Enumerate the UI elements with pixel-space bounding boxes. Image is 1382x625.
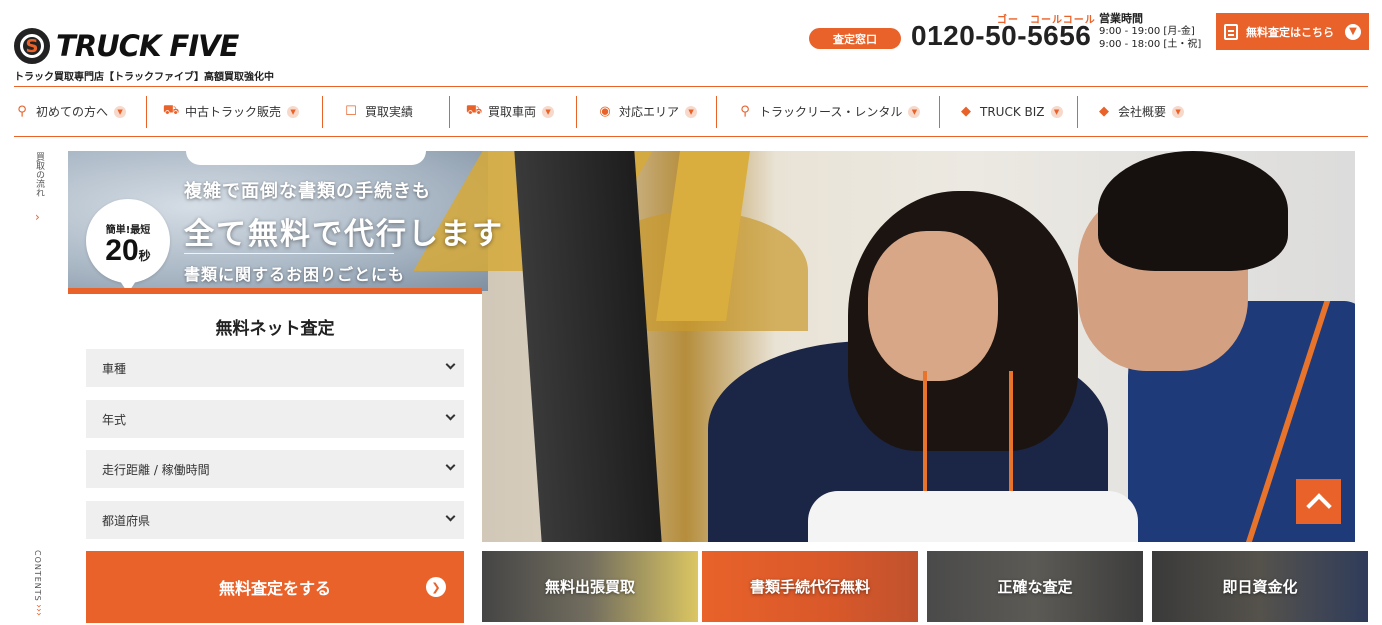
quote-form: 無料ネット査定 車種 年式 走行距離 / 稼働時間 都道府県 無料査定をする ❯ bbox=[68, 288, 482, 625]
chevron-right-icon: › bbox=[35, 210, 40, 224]
nav-item-truck-biz[interactable]: ◆ TRUCK BIZ ▼ bbox=[940, 95, 1078, 128]
logo-mark-letter: S bbox=[25, 35, 39, 57]
hero-divider bbox=[184, 253, 394, 254]
nav-item-lease-rental[interactable]: ⚲ トラックリース・レンタル ▼ bbox=[717, 95, 940, 128]
speed-badge: 簡単!最短 20秒 bbox=[86, 199, 170, 293]
tile-label: 正確な査定 bbox=[997, 578, 1073, 596]
site-header: S TRUCK FIVE トラック買取専門店【トラックファイブ】高額買取強化中 … bbox=[0, 0, 1382, 86]
select-value: 車種 bbox=[102, 361, 127, 376]
tagline: トラック買取専門店【トラックファイブ】高額買取強化中 bbox=[14, 72, 274, 83]
select-value: 年式 bbox=[102, 412, 127, 427]
hours-weekend: 9:00 - 18:00 [土・祝] bbox=[1099, 39, 1202, 50]
nav-item-purchase-results[interactable]: ☐ 買取実績 bbox=[323, 95, 450, 128]
nav-item-label: 買取実績 bbox=[365, 105, 414, 119]
tile-label: 書類手続代行無料 bbox=[749, 578, 870, 596]
main-nav: ⚲ 初めての方へ ▼ ⛟ 中古トラック販売 ▼ ☐ 買取実績 ⛟ 買取車両 ▼ … bbox=[14, 86, 1368, 137]
hero-foreground-object bbox=[808, 491, 1138, 542]
mileage-select[interactable]: 走行距離 / 稼働時間 bbox=[86, 450, 464, 488]
chevron-down-icon: ▼ bbox=[685, 105, 698, 118]
submit-quote-label: 無料査定をする bbox=[218, 579, 331, 598]
chevron-down-icon bbox=[445, 460, 456, 471]
hero-copy-line1: 複雑で面倒な書類の手続きも bbox=[184, 181, 431, 202]
chevron-down-icon: ▼ bbox=[114, 105, 127, 118]
chevron-down-icon bbox=[445, 511, 456, 522]
logo[interactable]: S TRUCK FIVE bbox=[14, 28, 239, 64]
tile-same-day-cash[interactable]: 即日資金化 bbox=[1152, 551, 1368, 622]
nav-item-label: TRUCK BIZ bbox=[980, 104, 1045, 119]
inquiry-badge: 査定窓口 bbox=[809, 28, 901, 49]
speed-badge-number: 20 bbox=[105, 233, 139, 267]
logo-text: TRUCK FIVE bbox=[56, 29, 239, 63]
hero-copy-line3: 書類に関するお困りごとにも bbox=[184, 265, 406, 284]
nav-item-first-time[interactable]: ⚲ 初めての方へ ▼ bbox=[14, 95, 147, 128]
submit-quote-button[interactable]: 無料査定をする ❯ bbox=[86, 551, 464, 623]
nav-item-label: 会社概要 bbox=[1118, 105, 1167, 119]
chevron-down-icon bbox=[445, 359, 456, 370]
nav-item-label: トラックリース・レンタル bbox=[759, 105, 903, 119]
map-pin-icon: ◉ bbox=[599, 104, 611, 119]
tile-free-paperwork[interactable]: 書類手続代行無料 bbox=[702, 551, 918, 622]
document-icon bbox=[1224, 23, 1238, 40]
nav-item-purchase-vehicles[interactable]: ⛟ 買取車両 ▼ bbox=[450, 95, 577, 128]
side-purchase-flow-link[interactable]: 買取の流れ bbox=[33, 152, 46, 197]
nav-item-company[interactable]: ◆ 会社概要 ▼ bbox=[1078, 96, 1198, 128]
tag-icon: ◆ bbox=[1099, 104, 1109, 119]
double-chevron-right-icon: ››› bbox=[33, 604, 44, 616]
tile-free-onsite-purchase[interactable]: 無料出張買取 bbox=[482, 551, 698, 622]
magnifier-doc-icon: ⚲ bbox=[17, 104, 27, 119]
side-contents-link[interactable]: CONTENTS bbox=[33, 550, 42, 602]
chevron-down-icon: ▼ bbox=[908, 105, 921, 118]
nav-item-service-area[interactable]: ◉ 対応エリア ▼ bbox=[577, 95, 717, 128]
hours-weekday: 9:00 - 19:00 [月-金] bbox=[1099, 26, 1195, 37]
truck-icon: ⛟ bbox=[465, 103, 483, 118]
hours-title: 営業時間 bbox=[1099, 12, 1143, 25]
nav-item-label: 中古トラック販売 bbox=[185, 105, 282, 119]
select-value: 走行距離 / 稼働時間 bbox=[102, 462, 210, 477]
nav-item-used-truck-sales[interactable]: ⛟ 中古トラック販売 ▼ bbox=[147, 95, 323, 128]
chevron-down-icon: ▼ bbox=[542, 105, 555, 118]
hero-cap-shape bbox=[186, 151, 426, 165]
logo-mark-icon: S bbox=[14, 28, 50, 64]
truck-icon: ⛟ bbox=[162, 103, 180, 118]
select-value: 都道府県 bbox=[102, 513, 151, 528]
tile-label: 即日資金化 bbox=[1222, 578, 1298, 596]
speed-badge-value: 20秒 bbox=[105, 233, 151, 267]
prefecture-select[interactable]: 都道府県 bbox=[86, 501, 464, 539]
chevron-up-icon bbox=[1305, 492, 1332, 519]
magnifier-doc-icon: ⚲ bbox=[740, 104, 750, 119]
hero-monitor bbox=[514, 151, 662, 542]
tag-icon: ◆ bbox=[961, 104, 971, 119]
chevron-down-icon: ▼ bbox=[287, 105, 300, 118]
chevron-down-icon: ▼ bbox=[1050, 105, 1063, 118]
free-quote-header-label: 無料査定はこちら bbox=[1246, 25, 1334, 39]
business-hours: 営業時間 9:00 - 19:00 [月-金] 9:00 - 18:00 [土・… bbox=[1099, 12, 1201, 51]
chevron-right-icon: ❯ bbox=[426, 577, 446, 597]
tile-accurate-appraisal[interactable]: 正確な査定 bbox=[927, 551, 1143, 622]
vehicle-type-select[interactable]: 車種 bbox=[86, 349, 464, 387]
phone-number[interactable]: 0120-50-5656 bbox=[911, 20, 1091, 52]
nav-item-label: 初めての方へ bbox=[36, 105, 109, 119]
chevron-down-icon: ▼ bbox=[1172, 105, 1185, 118]
nav-item-label: 買取車両 bbox=[488, 105, 537, 119]
nav-item-label: 対応エリア bbox=[619, 105, 680, 119]
chevron-down-icon: ▼ bbox=[1345, 23, 1361, 40]
speed-badge-unit: 秒 bbox=[138, 248, 151, 263]
hero-copy-line2: 全て無料で代行します bbox=[184, 217, 504, 252]
scroll-to-top-button[interactable] bbox=[1296, 479, 1341, 524]
tile-label: 無料出張買取 bbox=[544, 578, 635, 596]
model-year-select[interactable]: 年式 bbox=[86, 400, 464, 438]
clipboard-icon: ☐ bbox=[345, 104, 357, 119]
free-quote-header-button[interactable]: 無料査定はこちら ▼ bbox=[1216, 13, 1369, 50]
chevron-down-icon bbox=[445, 410, 456, 421]
form-title: 無料ネット査定 bbox=[215, 319, 335, 339]
